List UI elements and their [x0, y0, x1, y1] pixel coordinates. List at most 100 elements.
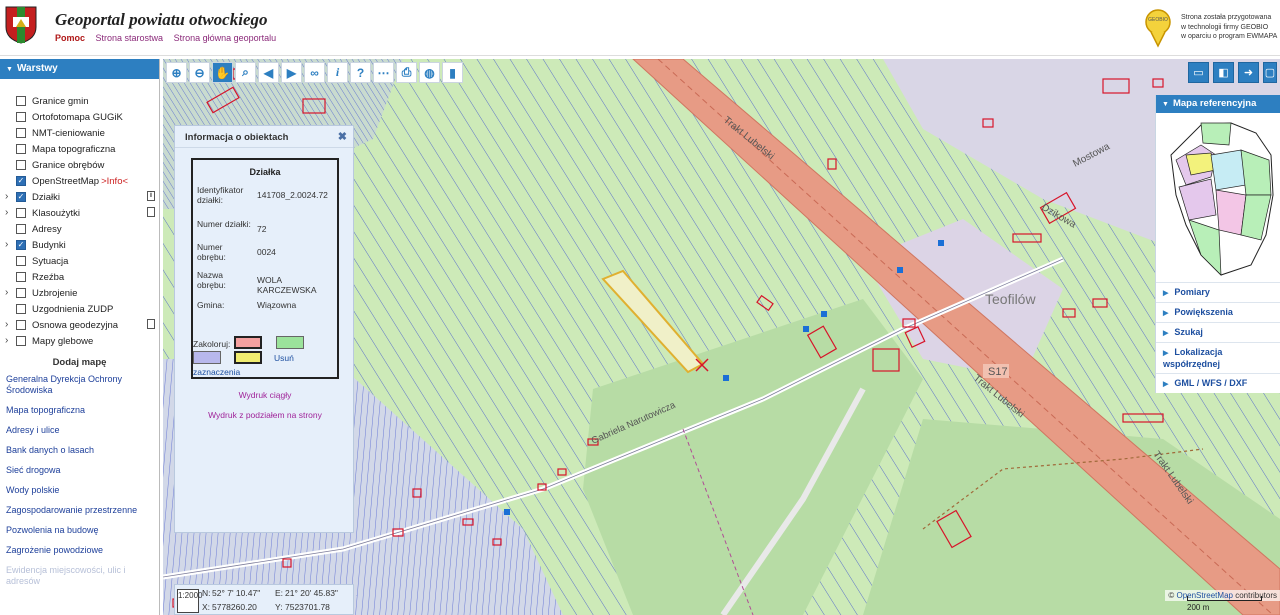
layer-checkbox[interactable] — [16, 336, 26, 346]
layer-item[interactable]: › Osnowa geodezyjna — [0, 317, 159, 333]
layer-label: Ortofotomapa GUGiK — [32, 111, 123, 123]
identify-icon[interactable]: ? — [350, 62, 371, 83]
scale-selector[interactable]: 1:2000 — [177, 589, 202, 613]
layout-2-icon[interactable]: ◧ — [1213, 62, 1234, 83]
layers-panel-header[interactable]: ▼ Warstwy — [0, 59, 159, 79]
layer-legend-doc-icon[interactable] — [147, 207, 155, 217]
reference-menu-item[interactable]: ▶ Szukaj — [1156, 322, 1280, 339]
color-swatch-yellow[interactable] — [234, 351, 262, 364]
expand-arrow-icon[interactable]: › — [5, 335, 8, 346]
reference-menu-item[interactable]: ▶ Lokalizacja współrzędnej — [1156, 342, 1280, 370]
print-paged-link[interactable]: Wydruk z podziałem na strony — [175, 410, 355, 420]
add-map-link[interactable]: Sieć drogowa — [0, 465, 159, 476]
layer-checkbox[interactable] — [16, 96, 26, 106]
layer-item[interactable]: › Mapy glebowe — [0, 333, 159, 349]
layer-item[interactable]: › Klasoużytki — [0, 205, 159, 221]
add-map-link[interactable]: Adresy i ulice — [0, 425, 159, 436]
layer-item[interactable]: Sytuacja — [0, 253, 159, 269]
info-icon[interactable]: i — [327, 62, 348, 83]
parcel-heading: Działka — [249, 167, 281, 177]
add-map-link-cutoff[interactable]: Ewidencja miejscowości, ulic i adresów — [0, 565, 159, 587]
color-swatch-red[interactable] — [234, 336, 262, 349]
add-map-link[interactable]: Mapa topograficzna — [0, 405, 159, 416]
selection-link[interactable]: zaznaczenia — [193, 367, 240, 377]
layer-label: Granice obrębów — [32, 159, 105, 171]
parcel-attr-label: Numer obrębu: — [197, 242, 226, 262]
layer-checkbox[interactable] — [16, 144, 26, 154]
expand-arrow-icon: ▶ — [1163, 310, 1169, 317]
layer-checkbox[interactable] — [16, 208, 26, 218]
print-continuous-link[interactable]: Wydruk ciągły — [175, 390, 355, 400]
layer-checkbox[interactable]: ✓ — [16, 192, 26, 202]
expand-arrow-icon: ▶ — [1163, 330, 1169, 337]
layer-checkbox[interactable]: ✓ — [16, 240, 26, 250]
layer-item[interactable]: ✓ OpenStreetMap >Info< — [0, 173, 159, 189]
layout-1-icon[interactable]: ▭ — [1188, 62, 1209, 83]
help-link[interactable]: Pomoc — [55, 33, 85, 43]
reference-menu-item[interactable]: ▶ Pomiary — [1156, 282, 1280, 299]
forward-arrow-icon[interactable]: ▶ — [281, 62, 302, 83]
color-swatch-green[interactable] — [276, 336, 304, 349]
layer-checkbox[interactable] — [16, 160, 26, 170]
add-map-link[interactable]: Wody polskie — [0, 485, 159, 496]
export-icon[interactable]: ➜ — [1238, 62, 1259, 83]
layer-item[interactable]: › Uzbrojenie — [0, 285, 159, 301]
camera-icon[interactable]: ▮ — [442, 62, 463, 83]
reference-panel-header[interactable]: ▼ Mapa referencyjna — [1156, 95, 1280, 113]
globe-icon[interactable]: ◍ — [419, 62, 440, 83]
layer-checkbox[interactable] — [16, 304, 26, 314]
layer-item[interactable]: › ✓ Działki i — [0, 189, 159, 205]
layer-checkbox[interactable] — [16, 224, 26, 234]
zoom-box-icon[interactable]: ⌕ — [235, 62, 256, 83]
reference-panel: ▼ Mapa referencyjna ▶ Pomiary ▶ Powiększenia… — [1155, 95, 1280, 393]
add-map-link[interactable]: Generalna Dyrekcja Ochrony Środowiska — [0, 374, 159, 396]
layer-checkbox[interactable] — [16, 112, 26, 122]
layer-legend-doc-icon[interactable] — [147, 319, 155, 329]
reference-map[interactable] — [1161, 115, 1279, 278]
expand-arrow-icon[interactable]: › — [5, 207, 8, 218]
layer-checkbox[interactable] — [16, 288, 26, 298]
layer-checkbox[interactable]: ✓ — [16, 176, 26, 186]
reference-menu-item[interactable]: ▶ Powiększenia — [1156, 302, 1280, 319]
layer-info-doc-icon[interactable]: i — [147, 191, 155, 201]
expand-arrow-icon[interactable]: › — [5, 191, 8, 202]
coordinates-box: 1:2000 N: 52° 7' 10.47" E: 21° 20' 45.83… — [174, 584, 354, 615]
add-map-link[interactable]: Zagrożenie powodziowe — [0, 545, 159, 556]
add-map-link[interactable]: Pozwolenia na budowę — [0, 525, 159, 536]
geoportal-home-link[interactable]: Strona główna geoportalu — [174, 33, 277, 43]
layer-item[interactable]: Adresy — [0, 221, 159, 237]
pan-hand-icon[interactable]: ✋ — [212, 62, 233, 83]
remove-link[interactable]: Usuń — [274, 353, 294, 363]
layer-item[interactable]: Mapa topograficzna — [0, 141, 159, 157]
layer-item[interactable]: Uzgodnienia ZUDP — [0, 301, 159, 317]
add-map-link[interactable]: Zagospodarowanie przestrzenne — [0, 505, 159, 516]
close-icon[interactable]: ✖ — [338, 130, 347, 143]
print-icon[interactable]: ⎙ — [396, 62, 417, 83]
measure-icon[interactable]: ⋯ — [373, 62, 394, 83]
link-icon[interactable]: ∞ — [304, 62, 325, 83]
layer-item[interactable]: Granice obrębów — [0, 157, 159, 173]
layer-checkbox[interactable] — [16, 128, 26, 138]
layer-checkbox[interactable] — [16, 320, 26, 330]
layer-item[interactable]: Granice gmin — [0, 93, 159, 109]
header: Geoportal powiatu otwockiego Pomoc Stron… — [0, 0, 1280, 56]
reference-menu-item[interactable]: ▶ GML / WFS / DXF — [1156, 373, 1280, 390]
expand-arrow-icon[interactable]: › — [5, 287, 8, 298]
geobio-logo-icon[interactable]: GEOBIO — [1143, 8, 1173, 48]
starostwo-link[interactable]: Strona starostwa — [96, 33, 164, 43]
layer-item[interactable]: Ortofotomapa GUGiK — [0, 109, 159, 125]
expand-arrow-icon[interactable]: › — [5, 239, 8, 250]
layer-item[interactable]: › ✓ Budynki — [0, 237, 159, 253]
layer-item[interactable]: NMT-cieniowanie — [0, 125, 159, 141]
add-map-link[interactable]: Bank danych o lasach — [0, 445, 159, 456]
layer-checkbox[interactable] — [16, 256, 26, 266]
layer-info-link[interactable]: >Info< — [101, 176, 128, 187]
layer-checkbox[interactable] — [16, 272, 26, 282]
color-swatch-blue[interactable] — [193, 351, 221, 364]
zoom-in-icon[interactable]: ⊕ — [166, 62, 187, 83]
layer-item[interactable]: Rzeźba — [0, 269, 159, 285]
fullscreen-icon[interactable]: ▢ — [1263, 62, 1277, 83]
expand-arrow-icon[interactable]: › — [5, 319, 8, 330]
back-arrow-icon[interactable]: ◀ — [258, 62, 279, 83]
zoom-out-icon[interactable]: ⊖ — [189, 62, 210, 83]
